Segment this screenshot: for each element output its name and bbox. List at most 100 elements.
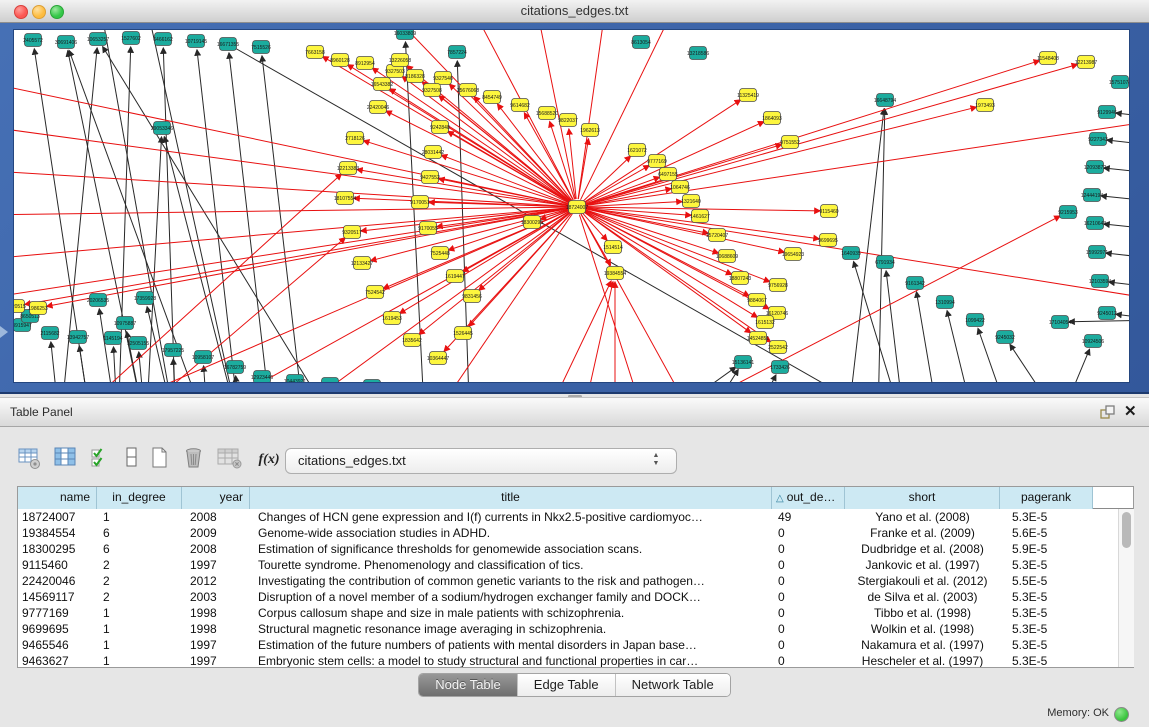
- graph-node[interactable]: 1619447: [445, 270, 465, 283]
- graph-node[interactable]: 2115682: [40, 327, 59, 340]
- graph-node[interactable]: 1619453: [382, 312, 402, 325]
- graph-node[interactable]: 1615132: [755, 316, 775, 329]
- graph-node[interactable]: 12103594: [1089, 275, 1111, 288]
- graph-node[interactable]: 11325419: [737, 89, 759, 102]
- graph-node[interactable]: 7663158: [305, 46, 325, 59]
- table-row[interactable]: 946362711997Embryonic stem cells: a mode…: [18, 653, 1133, 668]
- graph-node[interactable]: 1527602: [121, 32, 141, 45]
- graph-node[interactable]: 6466162: [153, 33, 173, 46]
- graph-node[interactable]: 2718126: [345, 132, 365, 145]
- graph-node[interactable]: 9245032: [995, 331, 1015, 344]
- graph-node[interactable]: 15751074: [1109, 76, 1129, 89]
- graph-node[interactable]: 9320515: [14, 300, 26, 313]
- table-settings-icon[interactable]: [16, 444, 44, 474]
- graph-node[interactable]: 28031442: [422, 146, 444, 159]
- scrollbar-thumb[interactable]: [1122, 512, 1131, 548]
- graph-node[interactable]: 9161342: [905, 277, 925, 290]
- tab-edge-table[interactable]: Edge Table: [518, 674, 616, 696]
- graph-node[interactable]: 8960128: [330, 54, 350, 67]
- graph-node[interactable]: 10975887: [114, 317, 136, 330]
- graph-node[interactable]: 16945223: [361, 380, 383, 383]
- graph-node[interactable]: 10924506: [1082, 335, 1104, 348]
- new-document-icon[interactable]: [146, 444, 174, 474]
- graph-node[interactable]: 1962613: [580, 124, 600, 137]
- graph-node[interactable]: 15992971: [1086, 246, 1108, 259]
- graph-node[interactable]: 8454749: [482, 91, 502, 104]
- graph-node[interactable]: 22420046: [367, 101, 389, 114]
- node-table[interactable]: namein_degreeyeartitle△out_de…shortpager…: [17, 486, 1134, 668]
- tab-node-table[interactable]: Node Table: [419, 674, 518, 696]
- graph-node[interactable]: 9699695: [818, 234, 838, 247]
- graph-node[interactable]: 16671355: [217, 38, 239, 51]
- graph-node[interactable]: 9427552: [420, 171, 440, 184]
- window-titlebar[interactable]: citations_edges.txt: [0, 0, 1149, 23]
- graph-node[interactable]: 10958107: [192, 351, 214, 364]
- graph-node[interactable]: 17957225: [162, 344, 184, 357]
- graph-node[interactable]: 7524542: [365, 286, 385, 299]
- graph-node[interactable]: 7857224: [447, 46, 467, 59]
- graph-node[interactable]: 10924451: [319, 378, 341, 383]
- column-header-out_de[interactable]: △out_de…: [772, 487, 845, 509]
- graph-node[interactable]: 8613054: [631, 36, 651, 49]
- graph-node[interactable]: 2522542: [768, 341, 788, 354]
- table-row[interactable]: 911546021997Tourette syndrome. Phenomeno…: [18, 557, 1133, 573]
- table-select-dropdown[interactable]: citations_edges.txt: [285, 448, 677, 474]
- graph-node[interactable]: 29053346: [151, 122, 173, 135]
- graph-node[interactable]: 19384554: [604, 267, 626, 280]
- graph-node[interactable]: 12213383: [337, 162, 359, 175]
- graph-node[interactable]: 25676068: [457, 84, 479, 97]
- graph-node[interactable]: 14524851: [747, 332, 769, 345]
- table-row[interactable]: 2242004622012Investigating the contribut…: [18, 573, 1133, 589]
- tab-network-table[interactable]: Network Table: [616, 674, 730, 696]
- graph-node[interactable]: 15720407: [706, 229, 728, 242]
- column-header-pagerank[interactable]: pagerank: [1000, 487, 1093, 509]
- graph-node[interactable]: 1973493: [975, 99, 995, 112]
- table-scrollbar[interactable]: [1118, 509, 1134, 667]
- graph-node[interactable]: 9777169: [647, 155, 667, 168]
- graph-node[interactable]: 10719145: [185, 35, 207, 48]
- graph-node[interactable]: 18300295: [521, 216, 543, 229]
- close-icon[interactable]: ✕: [1124, 401, 1137, 423]
- graph-node[interactable]: 18807243: [729, 272, 751, 285]
- graph-node[interactable]: 13226058: [389, 54, 411, 67]
- graph-node[interactable]: 1461627: [690, 210, 710, 223]
- graph-node[interactable]: 9245012: [1097, 307, 1117, 320]
- graph-node[interactable]: 17359928: [134, 292, 156, 305]
- graph-node[interactable]: 9327546: [433, 72, 453, 85]
- graph-node[interactable]: 8186328: [405, 70, 425, 83]
- graph-node[interactable]: 6497155: [658, 168, 678, 181]
- graph-node[interactable]: 9751552: [780, 136, 800, 149]
- graph-node[interactable]: 13218586: [687, 47, 709, 60]
- graph-node[interactable]: 2405572: [23, 34, 43, 47]
- graph-node[interactable]: 1621072: [627, 144, 647, 157]
- select-columns-icon[interactable]: [52, 444, 80, 474]
- graph-node[interactable]: 9115460: [819, 205, 838, 218]
- graph-node[interactable]: 30691406: [55, 36, 77, 49]
- graph-node[interactable]: 9129946: [1097, 106, 1117, 119]
- select-all-icon[interactable]: [88, 444, 116, 474]
- graph-node[interactable]: 1640935: [841, 247, 861, 260]
- graph-node[interactable]: 13942757: [67, 331, 89, 344]
- graph-node[interactable]: 1321640: [681, 195, 701, 208]
- graph-node[interactable]: 9215953: [1058, 206, 1078, 219]
- function-icon[interactable]: f(x): [252, 444, 286, 474]
- graph-node[interactable]: 10443921: [284, 375, 306, 383]
- graph-node[interactable]: 12093872: [1084, 161, 1106, 174]
- delete-icon[interactable]: [180, 444, 208, 474]
- graph-node[interactable]: 9242848: [430, 121, 450, 134]
- graph-node[interactable]: 9756928: [768, 279, 788, 292]
- graph-node[interactable]: 1864093: [762, 112, 782, 125]
- graph-node[interactable]: 16782759: [224, 361, 246, 374]
- table-row[interactable]: 946554611997Estimation of the future num…: [18, 637, 1133, 653]
- table-row[interactable]: 977716911998Corpus callosum shape and si…: [18, 605, 1133, 621]
- graph-node[interactable]: 16033809: [394, 30, 416, 40]
- graph-node[interactable]: 15688520: [536, 107, 558, 120]
- graph-node[interactable]: 15136141: [732, 356, 754, 369]
- graph-node[interactable]: 12505155: [127, 337, 149, 350]
- graph-node[interactable]: 17104054: [1049, 316, 1071, 329]
- graph-node[interactable]: 9884067: [747, 294, 767, 307]
- column-icon[interactable]: [118, 444, 146, 474]
- column-header-name[interactable]: name: [18, 487, 97, 509]
- graph-node[interactable]: 9320517: [342, 226, 362, 239]
- graph-node[interactable]: 12923446: [251, 371, 273, 383]
